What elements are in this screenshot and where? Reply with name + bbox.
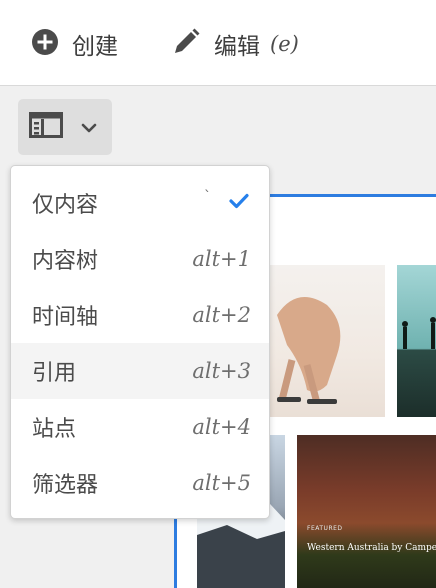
menu-item-content-tree[interactable]: 内容树 alt+1 — [11, 231, 269, 287]
silhouette-image — [402, 317, 436, 349]
menu-item-label: 仅内容 — [32, 193, 99, 218]
menu-item-label: 筛选器 — [32, 473, 99, 498]
menu-item-shortcut: alt+5 — [192, 471, 251, 495]
menu-item-shortcut: ` — [204, 189, 211, 205]
featured-title: Western Australia by Camper Van — [307, 543, 436, 553]
card-silhouette-image[interactable] — [397, 265, 436, 417]
menu-item-shortcut: alt+3 — [192, 359, 251, 383]
rail-toggle-button[interactable] — [18, 99, 112, 155]
action-bar: 创建 编辑 (e) — [0, 0, 436, 86]
edit-button[interactable]: 编辑 (e) — [170, 26, 299, 62]
menu-item-label: 引用 — [32, 361, 77, 386]
menu-item-label: 时间轴 — [32, 305, 99, 330]
create-button[interactable]: 创建 — [30, 26, 118, 62]
menu-item-shortcut: alt+2 — [192, 303, 251, 327]
add-circle-icon — [30, 27, 60, 61]
menu-item-content-only[interactable]: 仅内容 ` — [11, 175, 269, 231]
menu-item-label: 内容树 — [32, 249, 99, 274]
menu-item-references[interactable]: 引用 alt+3 — [11, 343, 269, 399]
create-label: 创建 — [72, 34, 118, 60]
pencil-icon — [170, 26, 202, 62]
rail-layout-icon — [29, 112, 63, 142]
card-skater-image[interactable] — [257, 265, 385, 417]
checkmark-icon — [229, 193, 249, 213]
menu-item-sites[interactable]: 站点 alt+4 — [11, 399, 269, 455]
menu-item-shortcut: alt+1 — [192, 247, 251, 271]
edit-label: 编辑 — [214, 34, 260, 60]
chevron-down-icon — [81, 118, 97, 137]
skater-image — [277, 297, 341, 404]
menu-item-shortcut: alt+4 — [192, 415, 251, 439]
featured-description — [307, 561, 436, 575]
menu-item-filter[interactable]: 筛选器 alt+5 — [11, 455, 269, 511]
menu-item-timeline[interactable]: 时间轴 alt+2 — [11, 287, 269, 343]
rail-view-menu: 仅内容 ` 内容树 alt+1 时间轴 alt+2 引用 alt+3 站点 al… — [10, 165, 270, 519]
featured-tag: FEATURED — [307, 525, 343, 532]
edit-shortcut: (e) — [270, 32, 299, 56]
card-featured-article[interactable]: FEATURED Western Australia by Camper Van — [297, 435, 436, 588]
menu-item-label: 站点 — [32, 417, 77, 442]
